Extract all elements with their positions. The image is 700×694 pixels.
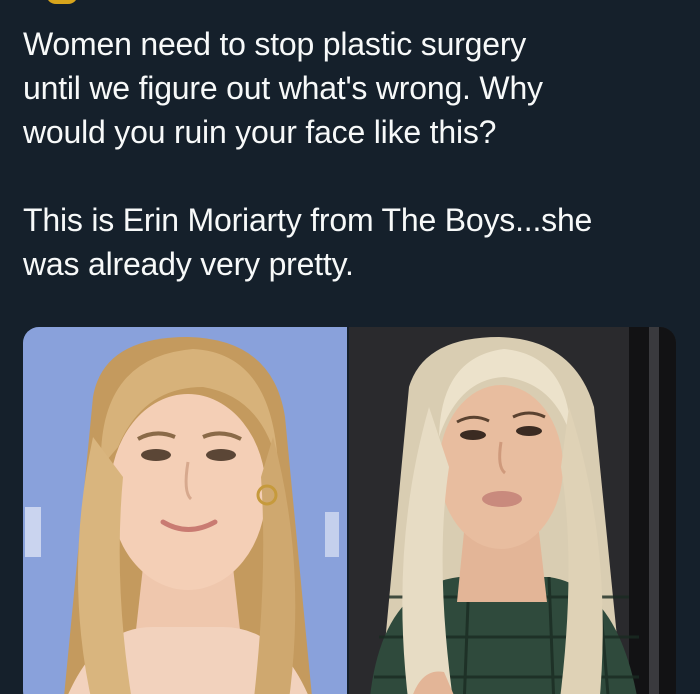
tweet-screen: Women need to stop plastic surgery until… <box>0 0 700 694</box>
tweet-media-grid[interactable] <box>23 327 676 694</box>
author-avatar[interactable] <box>46 0 78 4</box>
tweet-text: Women need to stop plastic surgery until… <box>23 26 593 282</box>
after-photo[interactable] <box>349 327 676 694</box>
before-photo[interactable] <box>23 327 347 694</box>
before-photo-illustration <box>23 327 347 694</box>
after-photo-illustration <box>349 327 676 694</box>
